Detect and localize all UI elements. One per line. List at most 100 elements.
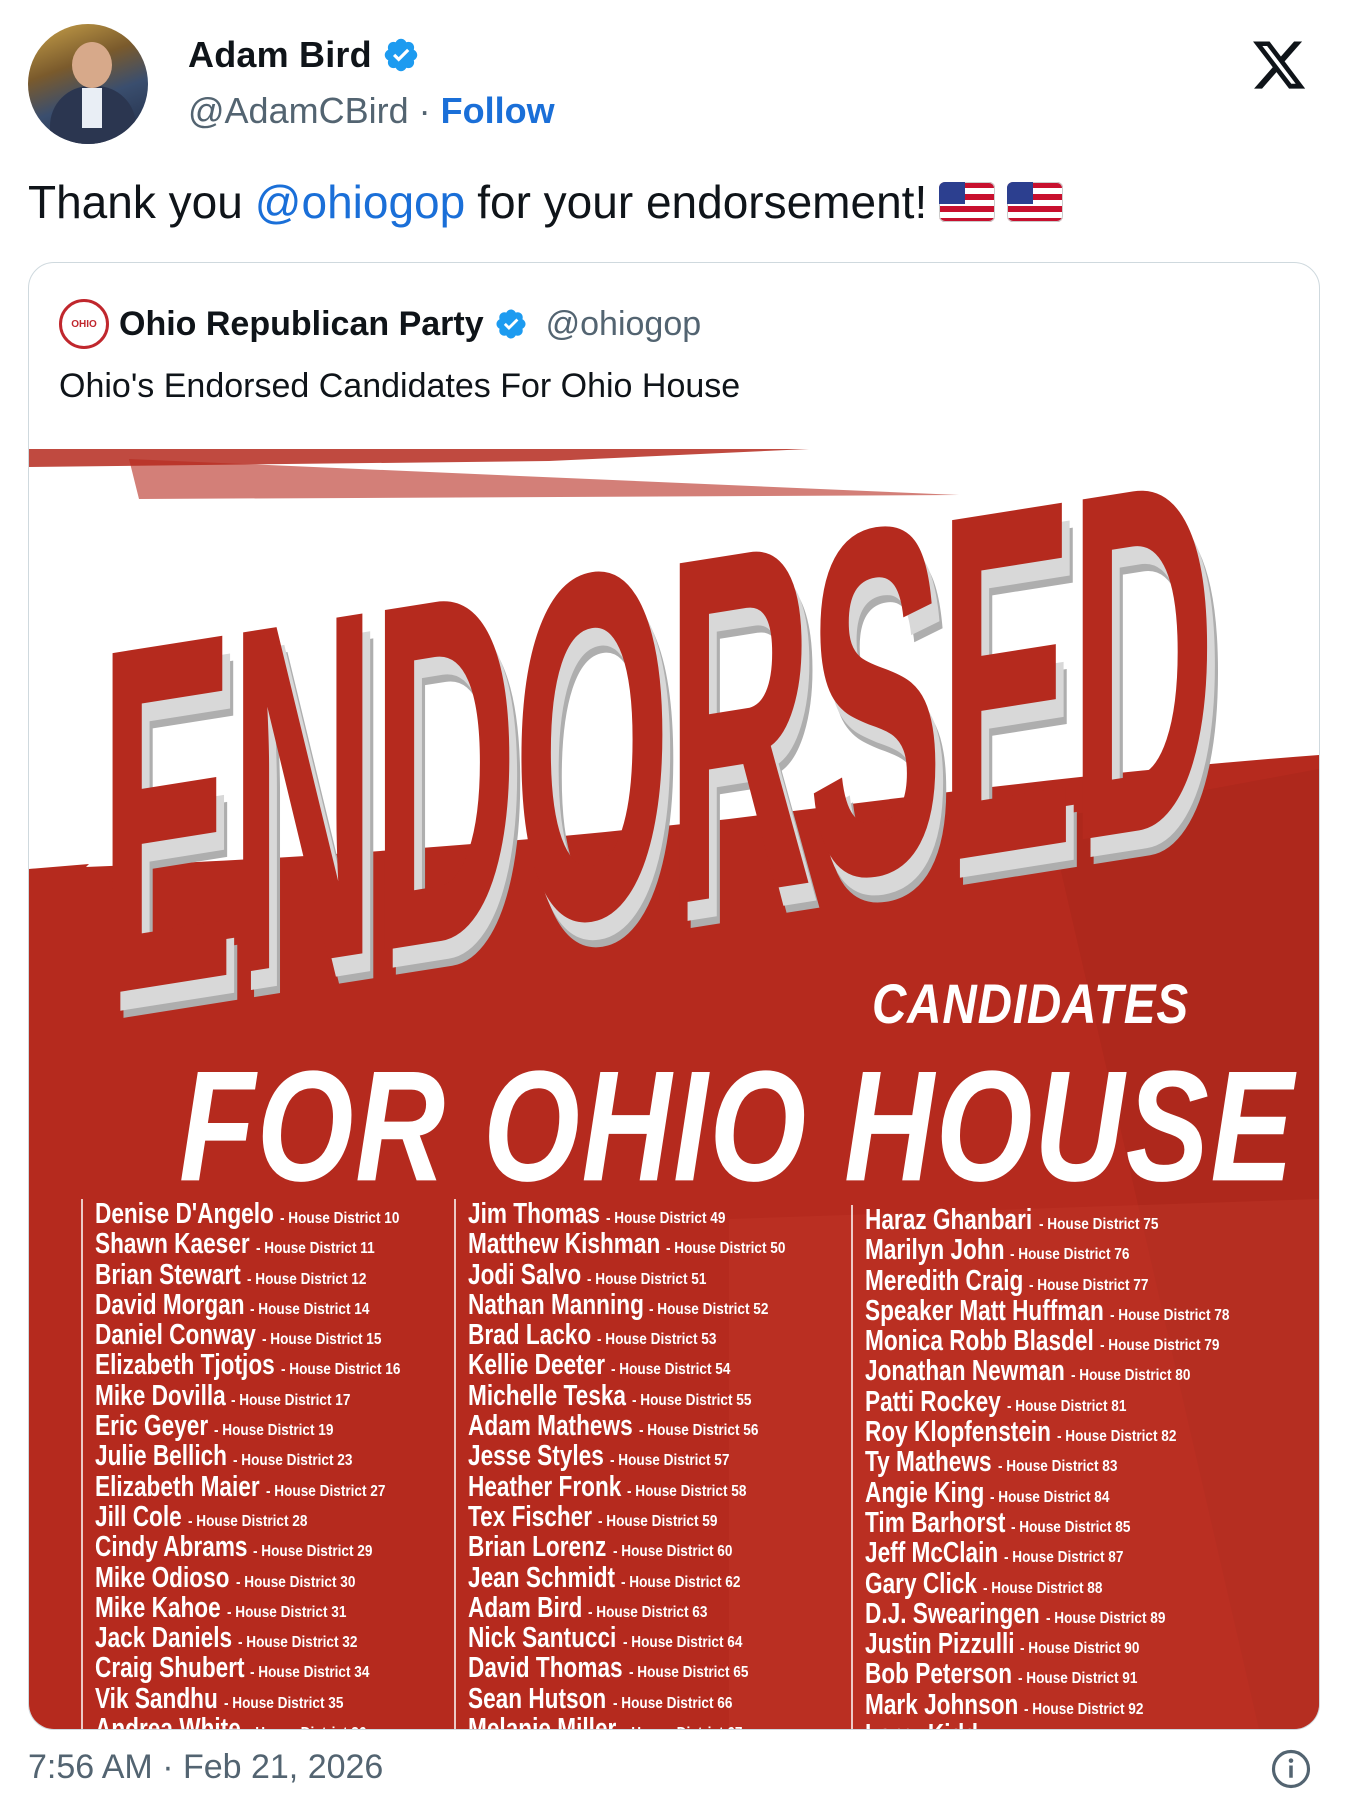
author-name-row: Adam Bird xyxy=(188,34,420,76)
candidate-name: Adam Mathews xyxy=(468,1410,633,1443)
candidate-district: - House District 85 xyxy=(1011,1518,1131,1536)
candidate-entry: Adam Bird - House District 63 xyxy=(468,1593,806,1623)
candidate-district: - House District 31 xyxy=(226,1603,347,1621)
us-flag-emoji xyxy=(1007,182,1064,222)
candidate-name: Andrea White xyxy=(95,1714,241,1729)
candidate-name: Haraz Ghanbari xyxy=(865,1204,1033,1236)
candidate-district: - House District 82 xyxy=(1057,1428,1177,1446)
author-handle[interactable]: @AdamCBird xyxy=(188,90,409,132)
candidate-name: Nick Santucci xyxy=(468,1622,617,1655)
candidate-district: - House District 84 xyxy=(990,1488,1110,1506)
author-avatar[interactable] xyxy=(28,24,148,144)
candidate-entry: Tex Fischer - House District 59 xyxy=(468,1502,806,1532)
candidate-entry: Mike Kahoe - House District 31 xyxy=(95,1593,422,1623)
candidate-entry: Nick Santucci - House District 64 xyxy=(468,1623,806,1653)
candidate-district: - House District 60 xyxy=(612,1543,732,1561)
candidate-name: Monica Robb Blasdel xyxy=(865,1325,1094,1358)
candidate-district: - House District 36 xyxy=(247,1719,366,1729)
candidate-entry: Nathan Manning - House District 52 xyxy=(468,1290,806,1320)
candidate-name: Julie Bellich xyxy=(95,1440,228,1473)
logo-text: OHIO xyxy=(71,318,97,330)
candidate-district: - House District 75 xyxy=(1038,1216,1158,1233)
candidate-district: - House District 92 xyxy=(1023,1700,1144,1718)
candidate-name: Cindy Abrams xyxy=(95,1531,248,1564)
candidate-entry: Jeff McClain - House District 87 xyxy=(865,1538,1250,1568)
poster-subheadline-top: CANDIDATES xyxy=(871,972,1189,1035)
candidate-name: Jill Cole xyxy=(95,1500,182,1533)
candidate-district: - House District 93 xyxy=(984,1725,1103,1729)
candidate-entry: Meredith Craig - House District 77 xyxy=(865,1266,1250,1296)
candidate-district: - House District 52 xyxy=(649,1300,769,1318)
candidate-entry: Craig Shubert - House District 34 xyxy=(95,1653,422,1683)
quoted-handle[interactable]: @ohiogop xyxy=(546,305,702,344)
candidate-entry: Monica Robb Blasdel - House District 79 xyxy=(865,1326,1250,1356)
candidate-name: Bob Peterson xyxy=(865,1658,1013,1691)
candidate-district: - House District 79 xyxy=(1100,1337,1220,1355)
candidate-name: Jesse Styles xyxy=(468,1440,604,1473)
ohio-gop-logo: OHIO xyxy=(59,299,109,349)
tweet-text-after: for your endorsement! xyxy=(477,176,928,228)
candidate-name: Denise D'Angelo xyxy=(95,1198,274,1230)
candidate-name: Elizabeth Tjotjos xyxy=(95,1349,275,1382)
poster-subheadline-main: FOR OHIO HOUSE xyxy=(179,1037,1296,1214)
quoted-tweet-card[interactable]: OHIO Ohio Republican Party @ohiogop Ohio… xyxy=(28,262,1320,1730)
candidate-name: Angie King xyxy=(865,1476,985,1509)
info-icon[interactable] xyxy=(1270,1748,1312,1790)
candidate-name: Sean Hutson xyxy=(468,1682,607,1715)
candidate-name: Speaker Matt Huffman xyxy=(865,1294,1104,1327)
candidate-entry: Eric Geyer - House District 19 xyxy=(95,1411,422,1441)
candidate-district: - House District 10 xyxy=(280,1210,400,1227)
candidate-entry: Jack Daniels - House District 32 xyxy=(95,1623,422,1653)
candidate-name: Brian Stewart xyxy=(95,1258,241,1291)
mention-link[interactable]: @ohiogop xyxy=(255,172,465,232)
candidate-entry: Matthew Kishman - House District 50 xyxy=(468,1229,806,1259)
tweet-header: Adam Bird @AdamCBird · Follow xyxy=(28,24,1320,144)
candidate-name: Matthew Kishman xyxy=(468,1228,661,1261)
follow-button[interactable]: Follow xyxy=(441,90,555,132)
candidate-entry: Marilyn John - House District 76 xyxy=(865,1235,1250,1265)
candidate-entry: Denise D'Angelo - House District 10 xyxy=(95,1199,422,1229)
candidate-district: - House District 76 xyxy=(1010,1246,1130,1264)
candidate-district: - House District 78 xyxy=(1110,1306,1230,1324)
candidate-district: - House District 11 xyxy=(255,1240,375,1258)
candidate-name: Marilyn John xyxy=(865,1234,1005,1267)
tweet-timestamp[interactable]: 7:56 AM · Feb 21, 2026 xyxy=(28,1748,383,1787)
candidate-entry: Justin Pizzulli - House District 90 xyxy=(865,1629,1250,1659)
candidate-name: Roy Klopfenstein xyxy=(865,1416,1052,1449)
candidate-name: Jack Daniels xyxy=(95,1622,233,1655)
candidate-entry: Michelle Teska - House District 55 xyxy=(468,1381,806,1411)
quoted-display-name[interactable]: Ohio Republican Party xyxy=(119,305,484,344)
candidate-name: Mike Kahoe xyxy=(95,1591,221,1624)
author-display-name[interactable]: Adam Bird xyxy=(188,34,372,76)
x-logo-icon[interactable] xyxy=(1250,36,1308,94)
candidate-district: - House District 14 xyxy=(250,1300,370,1318)
avatar-head xyxy=(72,42,112,88)
candidate-district: - House District 55 xyxy=(631,1391,751,1409)
verified-badge-icon[interactable] xyxy=(382,36,420,74)
candidate-district: - House District 29 xyxy=(253,1543,373,1561)
candidate-entry: Patti Rockey - House District 81 xyxy=(865,1387,1250,1417)
candidate-entry: Roy Klopfenstein - House District 82 xyxy=(865,1417,1250,1447)
candidate-entry: Jim Thomas - House District 49 xyxy=(468,1199,806,1229)
candidate-name: Jean Schmidt xyxy=(468,1561,616,1594)
candidate-district: - House District 19 xyxy=(214,1422,334,1440)
endorsement-poster-image[interactable]: ENDORSED CANDIDATES FOR OHIO HOUSE Denis… xyxy=(29,439,1319,1729)
candidate-name: Jeff McClain xyxy=(865,1537,999,1570)
candidate-name: Michelle Teska xyxy=(468,1379,626,1412)
candidate-district: - House District 67 xyxy=(623,1719,742,1729)
candidate-name: Jodi Salvo xyxy=(468,1258,582,1291)
candidate-entry: Haraz Ghanbari - House District 75 xyxy=(865,1205,1250,1235)
candidate-column-2: Jim Thomas - House District 49 Matthew Ki… xyxy=(454,1199,806,1729)
candidate-name: Elizabeth Maier xyxy=(95,1470,260,1503)
candidate-name: Daniel Conway xyxy=(95,1319,256,1352)
candidate-entry: Elizabeth Maier - House District 27 xyxy=(95,1472,422,1502)
candidate-entry: Mike Odioso - House District 30 xyxy=(95,1563,422,1593)
separator-dot: · xyxy=(418,90,431,131)
candidate-entry: Kellie Deeter - House District 54 xyxy=(468,1350,806,1380)
candidate-district: - House District 89 xyxy=(1045,1609,1166,1627)
candidate-name: Mike Odioso xyxy=(95,1561,230,1594)
candidate-name: Larry Kidd xyxy=(865,1720,978,1729)
candidate-district: - House District 62 xyxy=(620,1573,741,1591)
candidate-district: - House District 83 xyxy=(997,1458,1118,1476)
tweet-text-before: Thank you xyxy=(28,176,243,228)
